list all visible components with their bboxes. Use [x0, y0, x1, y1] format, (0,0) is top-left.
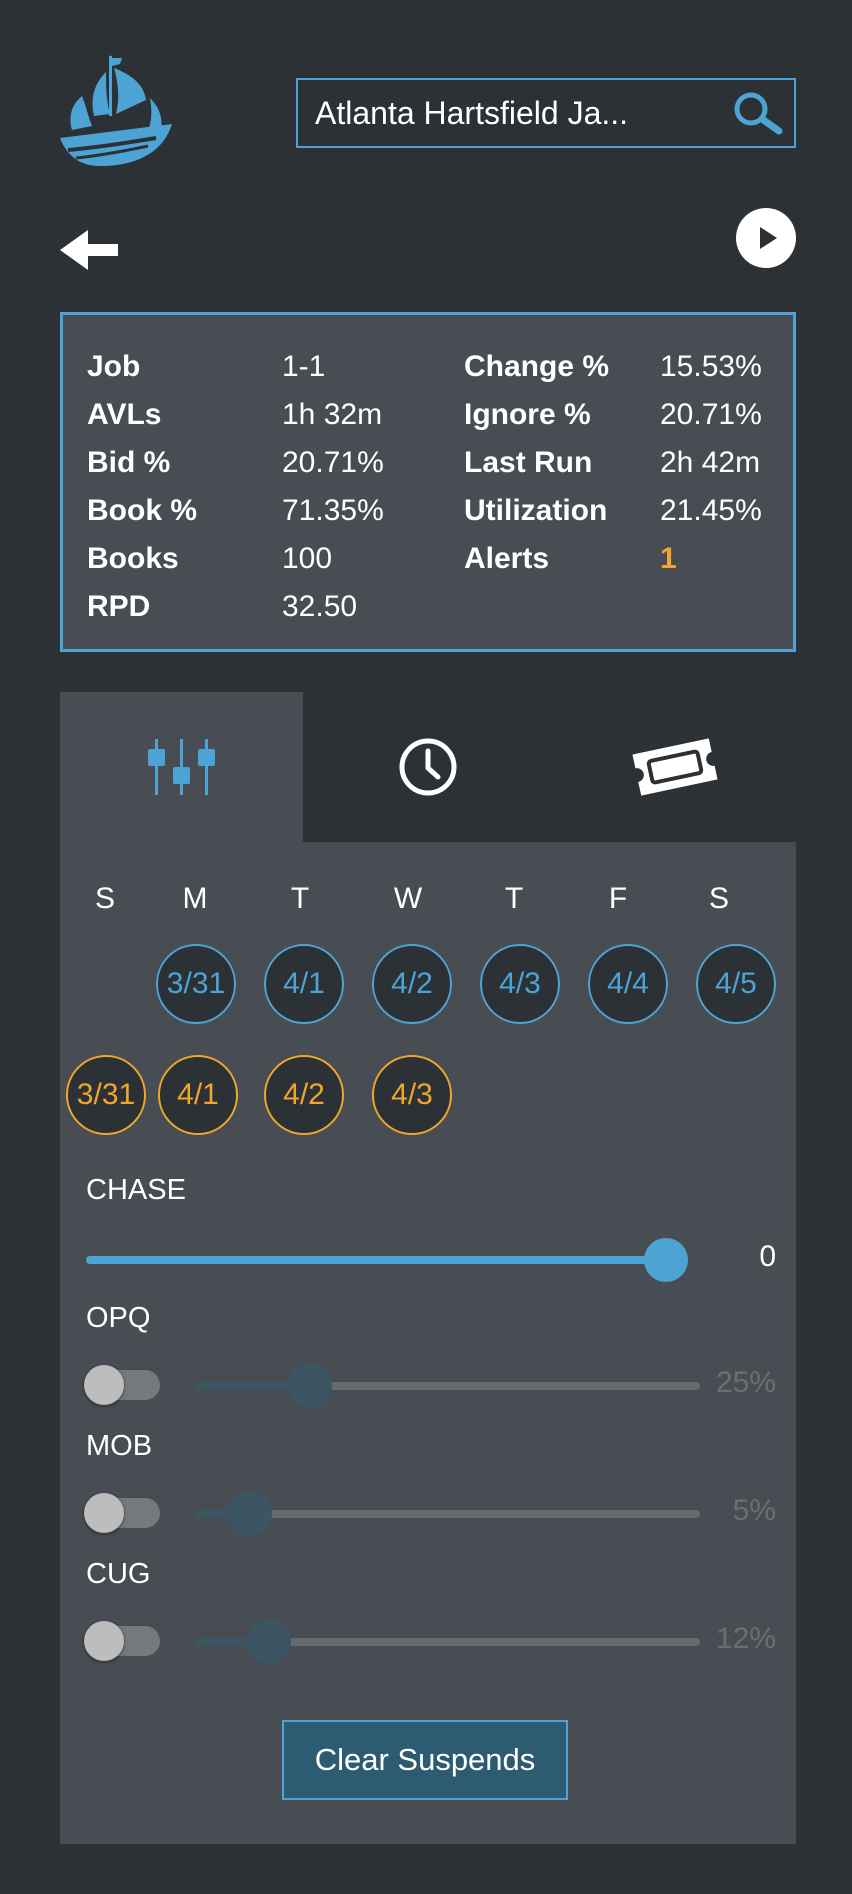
date-chip[interactable]: 4/5: [696, 944, 776, 1024]
chase-slider-fill: [86, 1256, 666, 1264]
back-arrow-icon[interactable]: [58, 226, 122, 274]
filters-panel: S M T W T F S 3/31 4/1 4/2 4/3 4/4 4/5 3…: [60, 842, 796, 1844]
clear-suspends-button[interactable]: Clear Suspends: [282, 1720, 568, 1800]
cug-slider-thumb[interactable]: [246, 1620, 291, 1664]
search-box[interactable]: Atlanta Hartsfield Ja...: [296, 78, 796, 148]
stat-label-alerts: Alerts: [464, 542, 550, 575]
clock-icon: [399, 738, 457, 796]
stat-label-change: Change %: [464, 350, 610, 383]
mob-toggle-knob: [84, 1493, 124, 1533]
sliders-icon: [147, 739, 215, 795]
ticket-icon: [631, 738, 718, 796]
day-header-sat: S: [708, 882, 729, 915]
day-header-sun: S: [94, 882, 115, 915]
mob-value: 5%: [732, 1494, 776, 1527]
chase-slider-thumb[interactable]: [644, 1238, 688, 1282]
suspended-date-chip[interactable]: 4/3: [372, 1055, 452, 1135]
stat-label-bid: Bid %: [87, 446, 171, 479]
mob-label: MOB: [86, 1430, 153, 1462]
cug-toggle[interactable]: [84, 1621, 160, 1661]
stat-label-books: Books: [87, 542, 179, 575]
tab-bar: [60, 692, 796, 842]
play-icon: [760, 227, 777, 249]
stat-label-ignore: Ignore %: [464, 398, 591, 431]
suspended-date-chip[interactable]: 4/1: [158, 1055, 238, 1135]
stat-label-job: Job: [87, 350, 141, 383]
search-icon[interactable]: [724, 80, 794, 146]
stat-value-change: 15.53%: [660, 350, 762, 383]
stat-value-utilization: 21.45%: [660, 494, 762, 527]
opq-value: 25%: [715, 1366, 776, 1399]
stat-value-last-run: 2h 42m: [660, 446, 761, 479]
stat-label-utilization: Utilization: [464, 494, 608, 527]
opq-slider-thumb[interactable]: [288, 1364, 332, 1408]
chase-slider[interactable]: [86, 1238, 688, 1282]
play-button[interactable]: [736, 208, 796, 268]
suspended-date-chip[interactable]: 3/31: [66, 1055, 146, 1135]
cug-value: 12%: [715, 1622, 776, 1655]
opq-label: OPQ: [86, 1302, 151, 1334]
day-header-wed: W: [393, 882, 423, 915]
date-chip[interactable]: 4/1: [264, 944, 344, 1024]
tab-history[interactable]: [303, 692, 553, 842]
date-chip[interactable]: 3/31: [156, 944, 236, 1024]
cug-slider[interactable]: [196, 1620, 700, 1664]
stat-value-avls: 1h 32m: [282, 398, 383, 431]
stat-value-book: 71.35%: [282, 494, 384, 527]
search-input[interactable]: Atlanta Hartsfield Ja...: [298, 95, 724, 132]
stat-label-rpd: RPD: [87, 590, 151, 623]
mob-slider-thumb[interactable]: [228, 1492, 273, 1536]
chase-value: 0: [759, 1240, 776, 1273]
opq-toggle[interactable]: [84, 1365, 160, 1405]
mob-toggle[interactable]: [84, 1493, 160, 1533]
alerts-count[interactable]: 1: [660, 541, 677, 577]
date-chip[interactable]: 4/3: [480, 944, 560, 1024]
stat-label-avls: AVLs: [87, 398, 162, 431]
day-header-fri: F: [608, 882, 628, 915]
stat-value-bid: 20.71%: [282, 446, 384, 479]
stat-label-last-run: Last Run: [464, 446, 593, 479]
ship-logo-icon: [60, 54, 172, 170]
day-header-tue: T: [290, 882, 310, 915]
job-stats-panel: Job 1-1 AVLs 1h 32m Bid % 20.71% Book % …: [60, 312, 796, 652]
tab-tickets[interactable]: [553, 692, 796, 842]
stat-value-ignore: 20.71%: [660, 398, 762, 431]
suspended-date-chip[interactable]: 4/2: [264, 1055, 344, 1135]
tab-filters[interactable]: [60, 692, 303, 842]
stat-label-book: Book %: [87, 494, 198, 527]
stat-value-rpd: 32.50: [282, 590, 358, 623]
opq-slider[interactable]: [196, 1364, 700, 1408]
mob-slider[interactable]: [196, 1492, 700, 1536]
opq-toggle-knob: [84, 1365, 124, 1405]
chase-label: CHASE: [86, 1174, 186, 1206]
cug-toggle-knob: [84, 1621, 124, 1661]
cug-label: CUG: [86, 1558, 151, 1590]
stat-value-books: 100: [282, 542, 333, 575]
day-header-mon: M: [182, 882, 208, 915]
date-chip[interactable]: 4/4: [588, 944, 668, 1024]
day-header-thu: T: [504, 882, 524, 915]
stat-value-job: 1-1: [282, 350, 326, 383]
date-chip[interactable]: 4/2: [372, 944, 452, 1024]
